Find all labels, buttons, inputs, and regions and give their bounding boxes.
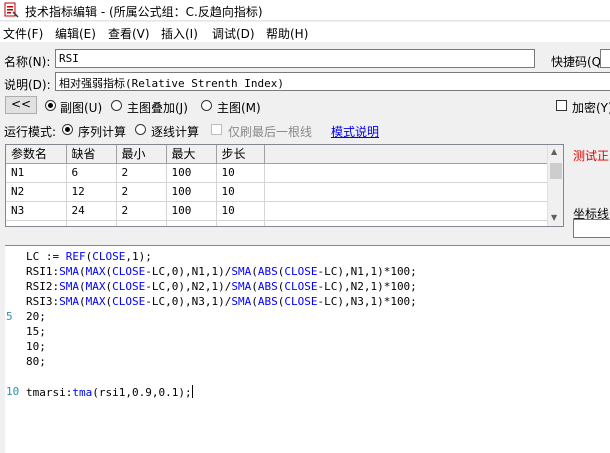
test-label: 测试正 xyxy=(573,149,610,163)
menu-help[interactable]: 帮助(H) xyxy=(266,25,308,42)
params-header-row: 参数名 缺省 最小 最大 步长 xyxy=(6,145,549,164)
code-line[interactable]: 80; xyxy=(26,355,46,368)
menu-debug[interactable]: 调试(D) xyxy=(212,25,255,42)
param-cell[interactable] xyxy=(166,220,217,226)
param-cell[interactable]: 100 xyxy=(166,201,217,221)
name-label: 名称(N): xyxy=(4,55,51,69)
param-cell[interactable]: N1 xyxy=(6,163,67,183)
menu-view[interactable]: 查看(V) xyxy=(108,25,150,42)
desc-label: 说明(D): xyxy=(4,78,51,92)
param-cell[interactable]: 100 xyxy=(166,182,217,202)
param-cell[interactable] xyxy=(116,220,167,226)
line-gutter: 5 10 xyxy=(5,246,24,453)
param-cell[interactable]: 10 xyxy=(216,182,265,202)
param-cell[interactable] xyxy=(6,220,67,226)
window-title: 技术指标编辑 - (所属公式组：C.反趋向指标) xyxy=(25,5,263,19)
param-cell-filler xyxy=(264,201,549,221)
encrypt-label: 加密(Y) xyxy=(572,101,610,115)
text-caret xyxy=(191,385,193,398)
param-cell[interactable]: 10 xyxy=(216,163,265,183)
subchart-label: 副图(U) xyxy=(60,101,103,115)
table-row[interactable] xyxy=(6,220,549,226)
sequence-calc-radio[interactable] xyxy=(62,124,73,135)
param-cell[interactable]: N3 xyxy=(6,201,67,221)
scroll-down-icon[interactable]: ▼ xyxy=(551,213,557,222)
menu-bar: 文件(F) 编辑(E) 查看(V) 插入(I) 调试(D) 帮助(H) xyxy=(0,22,610,42)
code-line[interactable]: LC := REF(CLOSE,1); xyxy=(26,250,152,263)
param-cell[interactable]: 2 xyxy=(116,163,167,183)
params-grid: 参数名 缺省 最小 最大 步长 N1 6 2 100 10 N2 12 2 10 xyxy=(5,144,564,227)
subchart-radio[interactable] xyxy=(45,100,56,111)
param-header-step: 步长 xyxy=(216,145,265,164)
param-cell[interactable]: N2 xyxy=(6,182,67,202)
line-number: 5 xyxy=(6,310,13,323)
param-cell[interactable]: 100 xyxy=(166,163,217,183)
table-row[interactable]: N1 6 2 100 10 xyxy=(6,163,549,183)
run-mode-label: 运行模式: xyxy=(4,125,57,139)
main-overlay-label: 主图叠加(J) xyxy=(127,101,188,115)
menu-file[interactable]: 文件(F) xyxy=(3,25,43,42)
refresh-last-checkbox[interactable] xyxy=(211,124,222,135)
main-overlay-radio[interactable] xyxy=(111,100,122,111)
param-cell-filler xyxy=(264,163,549,183)
encrypt-checkbox[interactable] xyxy=(556,100,567,111)
param-cell[interactable]: 2 xyxy=(116,182,167,202)
param-header-filler xyxy=(264,145,549,164)
line-calc-label: 逐线计算 xyxy=(151,125,200,139)
code-editor[interactable]: 5 10 LC := REF(CLOSE,1); RSI1:SMA(MAX(CLO… xyxy=(5,245,610,453)
main-chart-radio[interactable] xyxy=(201,100,212,111)
app-icon xyxy=(4,2,19,18)
line-number: 10 xyxy=(6,385,20,398)
code-line[interactable]: 10; xyxy=(26,340,46,353)
mode-help-link[interactable]: 模式说明 xyxy=(331,123,379,140)
table-row[interactable]: N2 12 2 100 10 xyxy=(6,182,549,202)
main-chart-label: 主图(M) xyxy=(217,101,261,115)
params-scrollbar[interactable]: ▲ ▼ xyxy=(547,145,563,226)
scroll-thumb[interactable] xyxy=(550,163,562,179)
title-bar: 技术指标编辑 - (所属公式组：C.反趋向指标) xyxy=(0,0,610,21)
param-cell[interactable] xyxy=(66,220,117,226)
desc-field[interactable]: 相对强弱指标(Relative Strenth Index) xyxy=(55,72,610,91)
param-cell[interactable] xyxy=(216,220,265,226)
line-calc-radio[interactable] xyxy=(135,124,146,135)
param-header-default: 缺省 xyxy=(66,145,117,164)
param-cell[interactable]: 10 xyxy=(216,201,265,221)
sequence-calc-label: 序列计算 xyxy=(78,125,127,139)
param-header-name: 参数名 xyxy=(6,145,67,164)
refresh-last-label: 仅刷最后一根线 xyxy=(228,125,313,139)
hotkey-field[interactable] xyxy=(600,49,610,68)
param-cell[interactable]: 6 xyxy=(66,163,117,183)
table-row[interactable]: N3 24 2 100 10 xyxy=(6,201,549,221)
code-line[interactable]: RSI3:SMA(MAX(CLOSE-LC,0),N3,1)/SMA(ABS(C… xyxy=(26,295,417,308)
param-cell[interactable]: 24 xyxy=(66,201,117,221)
code-line[interactable]: 15; xyxy=(26,325,46,338)
coord-field[interactable] xyxy=(573,219,610,238)
param-cell-filler xyxy=(264,220,549,226)
param-header-min: 最小 xyxy=(116,145,167,164)
code-line[interactable]: 20; xyxy=(26,310,46,323)
param-cell[interactable]: 2 xyxy=(116,201,167,221)
menu-insert[interactable]: 插入(I) xyxy=(161,25,198,42)
code-line[interactable]: tmarsi:tma(rsi1,0.9,0.1); xyxy=(26,385,193,399)
name-field[interactable]: RSI xyxy=(55,49,535,68)
scroll-up-icon[interactable]: ▲ xyxy=(551,147,557,156)
param-cell-filler xyxy=(264,182,549,202)
back-button[interactable]: << xyxy=(5,96,37,114)
code-line[interactable]: RSI1:SMA(MAX(CLOSE-LC,0),N1,1)/SMA(ABS(C… xyxy=(26,265,417,278)
menu-edit[interactable]: 编辑(E) xyxy=(55,25,96,42)
code-line[interactable]: RSI2:SMA(MAX(CLOSE-LC,0),N2,1)/SMA(ABS(C… xyxy=(26,280,417,293)
param-cell[interactable]: 12 xyxy=(66,182,117,202)
param-header-max: 最大 xyxy=(166,145,217,164)
